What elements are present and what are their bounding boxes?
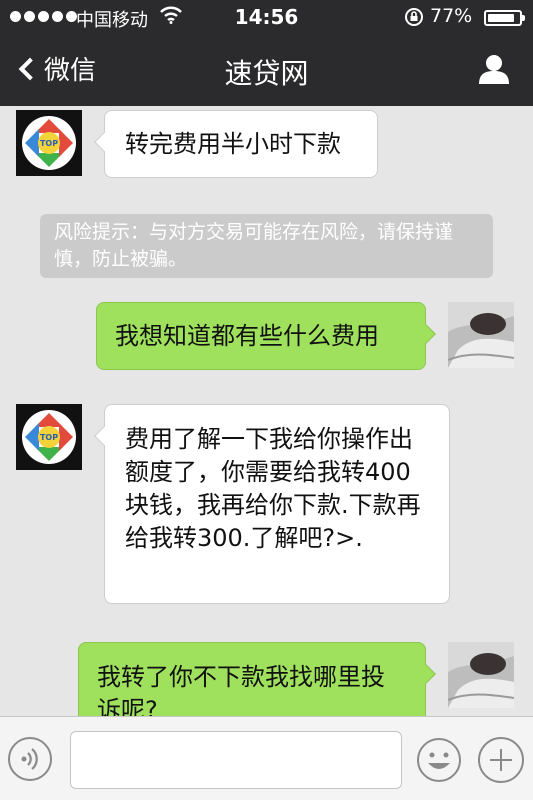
user-avatar[interactable] [448, 302, 514, 368]
top-logo-icon: TOP [16, 110, 82, 176]
risk-warning-notice: 风险提示：与对方交易可能存在风险，请保持谨慎，防止被骗。 [40, 214, 493, 278]
contact-avatar[interactable]: TOP [16, 404, 82, 470]
plus-icon[interactable] [478, 737, 524, 783]
message-text: 转完费用半小时下款 [125, 130, 341, 158]
emoji-icon [417, 738, 461, 782]
page-title: 速贷网 [224, 57, 309, 90]
message-input[interactable] [70, 731, 402, 789]
svg-text:TOP: TOP [40, 139, 58, 148]
contact-avatar[interactable]: TOP [16, 110, 82, 176]
battery-percent: 77% [430, 5, 473, 27]
message-text: 我想知道都有些什么费用 [115, 322, 379, 350]
status-bar: 中国移动 14:56 77% [0, 0, 533, 34]
voice-icon [21, 748, 38, 770]
voice-button[interactable] [8, 737, 52, 781]
top-logo-icon: TOP [16, 404, 82, 470]
rotation-lock-icon [404, 7, 424, 31]
message-bubble[interactable]: 我想知道都有些什么费用 [96, 302, 436, 370]
photo-avatar-icon [448, 642, 514, 708]
message-bubble[interactable]: 我转了你不下款我找哪里投诉呢? [78, 642, 436, 716]
input-bar [0, 716, 533, 800]
message-bubble[interactable]: 费用了解一下我给你操作出额度了，你需要给我转400块钱，我再给你下款.下款再给我… [94, 404, 450, 604]
chat-area[interactable]: TOP 转完费用半小时下款 风险提示：与对方交易可能存在风险，请保持谨慎，防止被… [0, 106, 533, 716]
message-bubble[interactable]: 转完费用半小时下款 [94, 110, 378, 178]
message-text: 费用了解一下我给你操作出额度了，你需要给我转400块钱，我再给你下款.下款再给我… [125, 425, 421, 552]
svg-text:TOP: TOP [40, 433, 58, 442]
battery-icon [484, 10, 525, 26]
nav-bar: 微信 速贷网 [0, 34, 533, 106]
message-text: 我转了你不下款我找哪里投诉呢? [97, 663, 385, 716]
user-avatar[interactable] [448, 642, 514, 708]
emoji-button[interactable] [416, 737, 462, 783]
profile-icon[interactable] [477, 52, 511, 90]
photo-avatar-icon [448, 302, 514, 368]
